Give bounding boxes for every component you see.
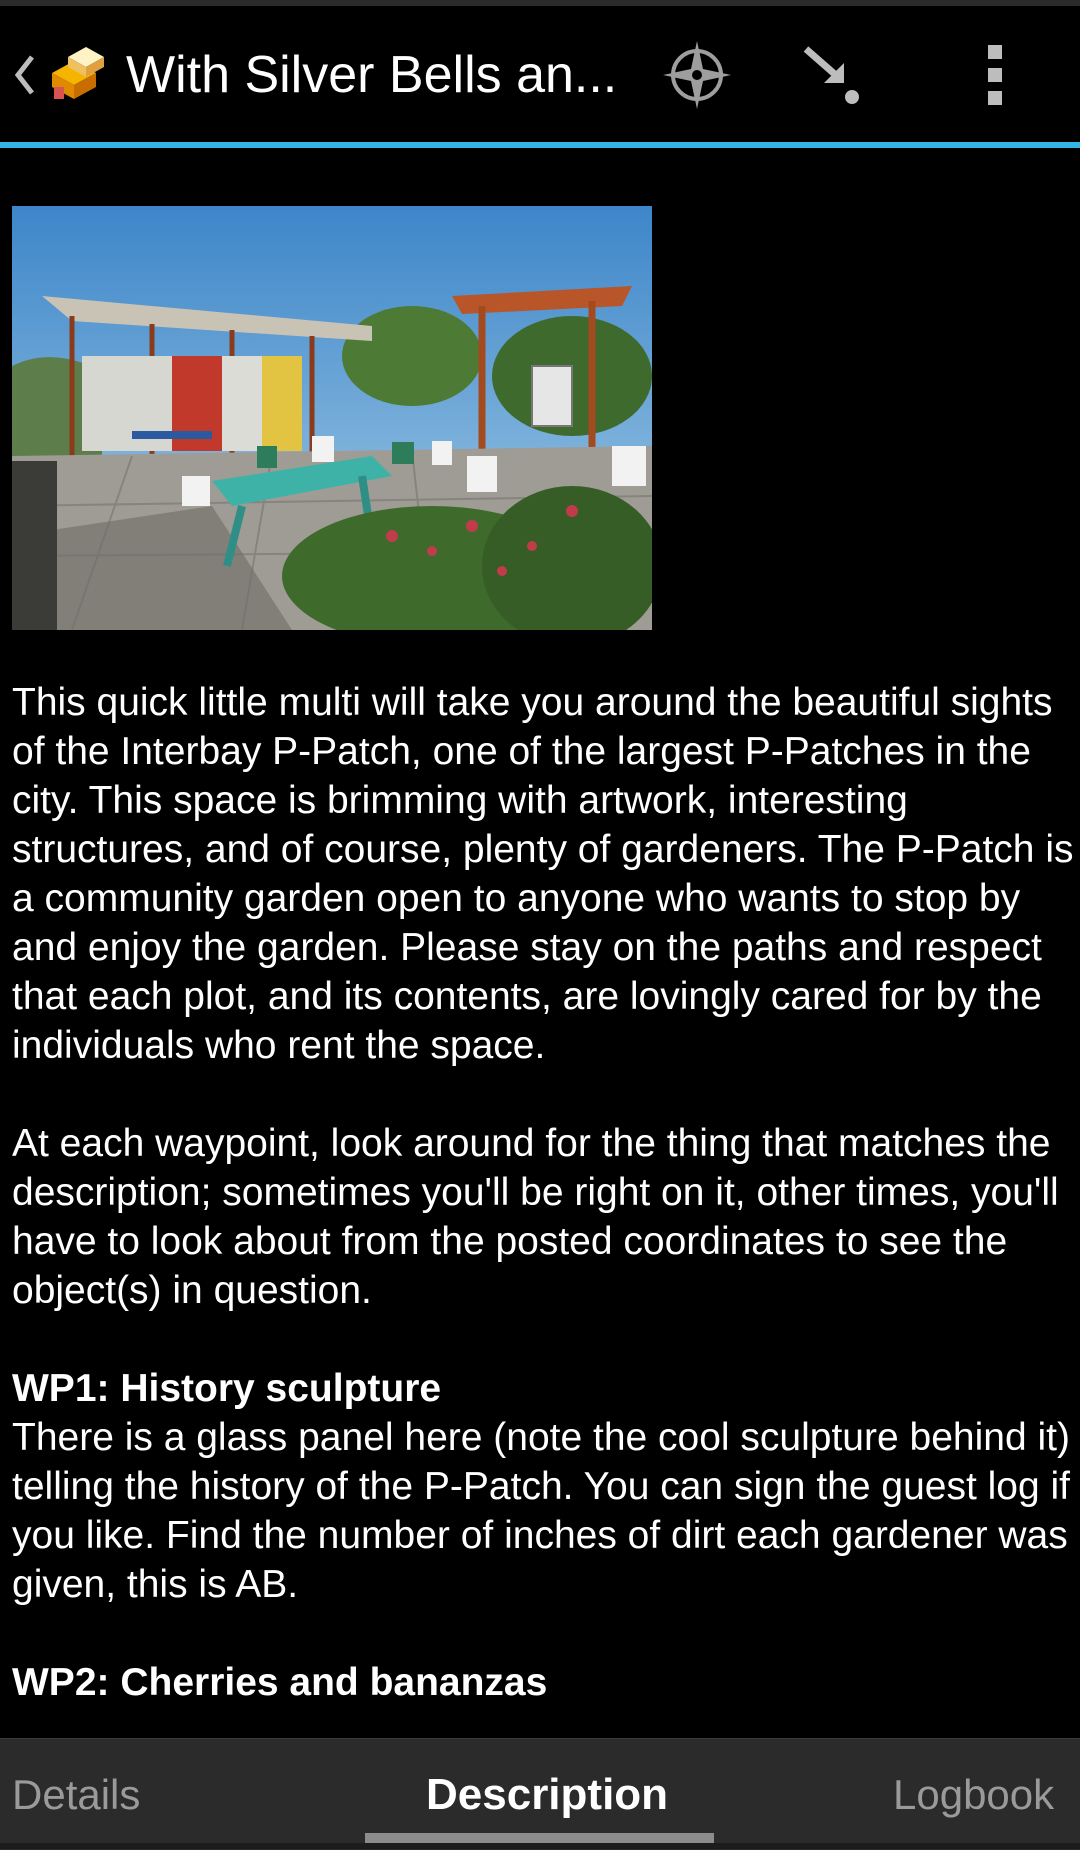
navigate-icon[interactable] <box>765 6 895 144</box>
description-paragraph: This quick little multi will take you ar… <box>12 681 1074 1067</box>
description-scroll-area[interactable]: This quick little multi will take you ar… <box>0 148 1080 1738</box>
waypoint-heading: WP2: Cherries and bananzas <box>12 1661 548 1704</box>
waypoint-text: There is a glass panel here (note the co… <box>12 1416 1071 1606</box>
compass-icon[interactable] <box>632 6 762 144</box>
page-title: With Silver Bells an... <box>126 46 618 104</box>
bottom-edge <box>0 1843 1080 1849</box>
overflow-menu-icon[interactable] <box>930 6 1060 144</box>
action-bar: With Silver Bells an... <box>0 6 1080 144</box>
cache-description: This quick little multi will take you ar… <box>12 678 1074 1707</box>
tab-logbook[interactable]: Logbook <box>893 1739 1054 1850</box>
waypoint-heading: WP1: History sculpture <box>12 1367 442 1410</box>
description-paragraph: At each waypoint, look around for the th… <box>12 1122 1059 1312</box>
up-navigation[interactable]: With Silver Bells an... <box>0 6 640 144</box>
active-tab-indicator <box>365 1833 714 1843</box>
tab-details[interactable]: Details <box>12 1739 140 1850</box>
cache-photo <box>12 206 652 630</box>
geocache-logo-icon <box>46 43 110 107</box>
back-chevron-icon[interactable] <box>4 6 44 144</box>
